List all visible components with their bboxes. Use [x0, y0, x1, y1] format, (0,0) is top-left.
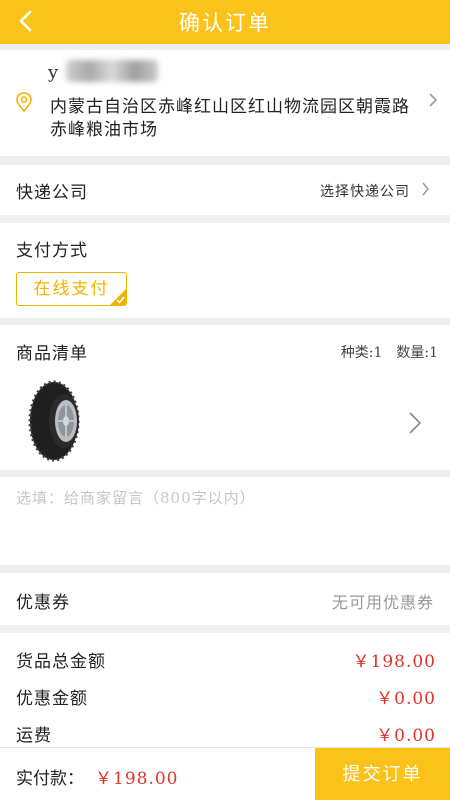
goods-label: 商品清单 [16, 344, 88, 364]
shipping-amount: ￥0.00 [376, 726, 436, 746]
submit-order-button[interactable]: 提交订单 [315, 748, 450, 800]
coupon-label: 优惠券 [16, 593, 70, 613]
discount-label: 优惠金额 [16, 689, 88, 709]
pay-label: 实付款： [16, 769, 84, 789]
payment-option-label: 在线支付 [33, 279, 110, 299]
goods-list[interactable]: 商品清单 种类:1 数量:1 [0, 325, 450, 470]
recipient-name: y [48, 62, 59, 83]
totals-section: 货品总金额 ￥198.00 优惠金额 ￥0.00 运费 ￥0.00 [0, 633, 450, 753]
location-pin-icon [16, 92, 32, 113]
address-card[interactable]: y 内蒙古自治区赤峰红山区红山物流园区朝霞路赤峰粮油市场 [0, 50, 450, 156]
chevron-right-icon[interactable] [408, 411, 422, 435]
pay-amount: ￥198.00 [95, 769, 179, 789]
goods-meta: 种类:1 数量:1 [327, 342, 438, 362]
top-bar: 确认订单 [0, 0, 450, 44]
shipping-label: 运费 [16, 726, 52, 746]
memo-section [0, 477, 450, 565]
check-icon [116, 296, 125, 304]
goods-kinds: 种类:1 [340, 345, 383, 361]
address-text: 内蒙古自治区赤峰红山区红山物流园区朝霞路赤峰粮油市场 [50, 97, 410, 140]
shipping-row: 运费 ￥0.00 [0, 713, 450, 750]
coupon-value: 无可用优惠券 [331, 593, 434, 612]
chevron-right-icon [422, 182, 429, 196]
express-select[interactable]: 选择快递公司 [320, 181, 410, 201]
total-row: 货品总金额 ￥198.00 [0, 639, 450, 676]
chevron-right-icon [429, 93, 438, 107]
bottom-bar: 实付款： ￥198.00 提交订单 [0, 747, 450, 800]
total-label: 货品总金额 [16, 652, 106, 672]
total-amount: ￥198.00 [352, 652, 436, 672]
coupon-row[interactable]: 优惠券 无可用优惠券 [0, 573, 450, 625]
blurred-phone [66, 60, 158, 82]
discount-row: 优惠金额 ￥0.00 [0, 676, 450, 713]
discount-amount: ￥0.00 [376, 689, 436, 709]
express-row[interactable]: 快递公司 选择快递公司 [0, 165, 450, 215]
memo-input[interactable] [16, 487, 434, 553]
payment-section: 支付方式 在线支付 [0, 223, 450, 318]
payment-label: 支付方式 [16, 241, 88, 261]
goods-quantity: 数量:1 [396, 345, 438, 361]
online-payment-option[interactable]: 在线支付 [16, 272, 127, 306]
tire-image [28, 380, 80, 462]
express-label: 快递公司 [16, 183, 88, 203]
page-title: 确认订单 [179, 11, 271, 35]
